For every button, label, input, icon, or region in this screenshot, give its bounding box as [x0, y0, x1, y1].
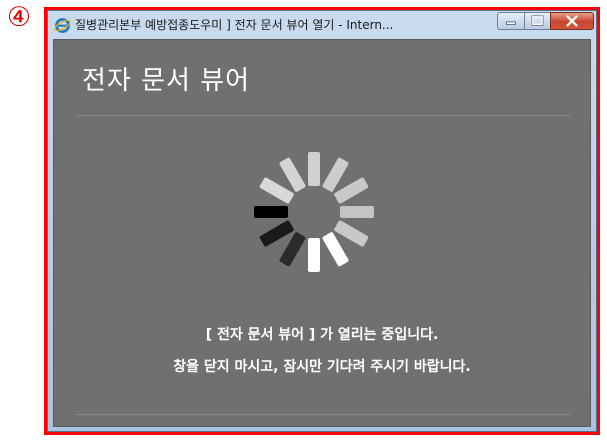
spinner-spoke	[308, 152, 320, 186]
viewer-heading: 전자 문서 뷰어	[82, 66, 251, 96]
browser-popup-window: 질병관리본부 예방접종도우미 ] 전자 문서 뷰어 열기 - Intern...…	[47, 10, 597, 432]
document-viewer-panel: 전자 문서 뷰어 [ 전자 문서 뷰어 ] 가 열리는 중입니다. 창을 닫지 …	[53, 39, 591, 427]
window-title: 질병관리본부 예방접종도우미 ] 전자 문서 뷰어 열기 - Intern...	[75, 18, 394, 32]
loading-message: [ 전자 문서 뷰어 ] 가 열리는 중입니다.	[205, 327, 439, 343]
spinner-spoke	[308, 238, 320, 272]
minimize-button[interactable]	[497, 12, 525, 30]
top-divider	[76, 115, 570, 116]
step-number-badge: ④	[6, 2, 32, 33]
maximize-icon	[531, 15, 544, 26]
spinner-spoke	[340, 206, 374, 218]
bottom-divider	[76, 414, 570, 415]
window-titlebar[interactable]: 질병관리본부 예방접종도우미 ] 전자 문서 뷰어 열기 - Intern...	[48, 11, 596, 39]
maximize-button[interactable]	[524, 12, 551, 30]
close-icon	[566, 15, 578, 27]
internet-explorer-icon	[54, 18, 71, 33]
minimize-icon	[506, 21, 516, 25]
loading-spinner-icon	[254, 152, 374, 272]
close-button[interactable]	[550, 12, 594, 30]
wait-message: 창을 닫지 마시고, 잠시만 기다려 주시기 바랍니다.	[173, 359, 471, 375]
spinner-spoke	[254, 206, 288, 218]
